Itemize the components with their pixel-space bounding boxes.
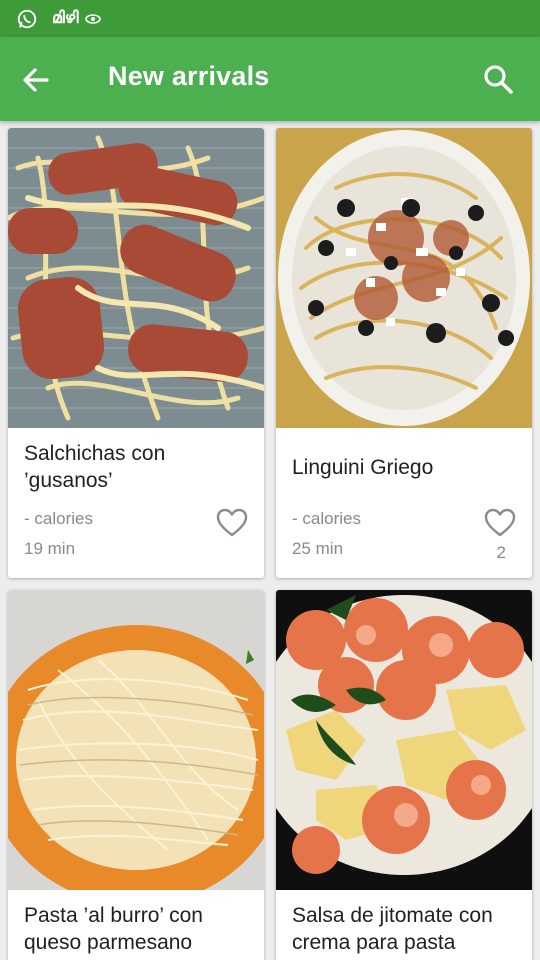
recipe-name: Salchichas con ’gusanos’	[24, 442, 166, 492]
eye-icon	[84, 13, 101, 24]
recipe-card[interactable]: Linguini Griego - calories 25 min 2	[276, 128, 532, 578]
page-title: New arrivals	[108, 61, 270, 91]
recipe-photo	[8, 590, 264, 890]
recipe-card[interactable]: Salsa de jitomate con crema para pasta	[276, 590, 532, 960]
recipe-card[interactable]: Salchichas con ’gusanos’ - calories 19 m…	[8, 128, 264, 578]
recipe-calories: - calories	[292, 509, 361, 528]
app-bar: New arrivals	[0, 37, 540, 121]
heart-outline-icon[interactable]	[484, 508, 516, 538]
recipe-name: Linguini Griego	[292, 456, 434, 479]
recipe-photo	[276, 590, 532, 890]
recipe-photo	[276, 128, 532, 428]
favorite-count: 2	[496, 543, 506, 562]
status-bar: മിഴി	[0, 0, 540, 37]
recipe-card[interactable]: Pasta ’al burro’ con queso parmesano	[8, 590, 264, 960]
recipe-calories: - calories	[24, 509, 93, 528]
recipe-photo	[8, 128, 264, 428]
recipe-name: Pasta ’al burro’ con queso parmesano	[24, 904, 203, 954]
heart-outline-icon[interactable]	[216, 508, 248, 538]
recipe-time: 25 min	[292, 539, 344, 558]
notification-text: മിഴി	[52, 9, 79, 27]
search-icon[interactable]	[480, 61, 516, 97]
whatsapp-icon	[17, 9, 37, 28]
arrow-back-icon[interactable]	[18, 62, 54, 98]
recipe-grid: Salchichas con ’gusanos’ - calories 19 m…	[0, 121, 540, 960]
recipe-name: Salsa de jitomate con crema para pasta	[292, 904, 493, 954]
recipe-time: 19 min	[24, 539, 76, 558]
